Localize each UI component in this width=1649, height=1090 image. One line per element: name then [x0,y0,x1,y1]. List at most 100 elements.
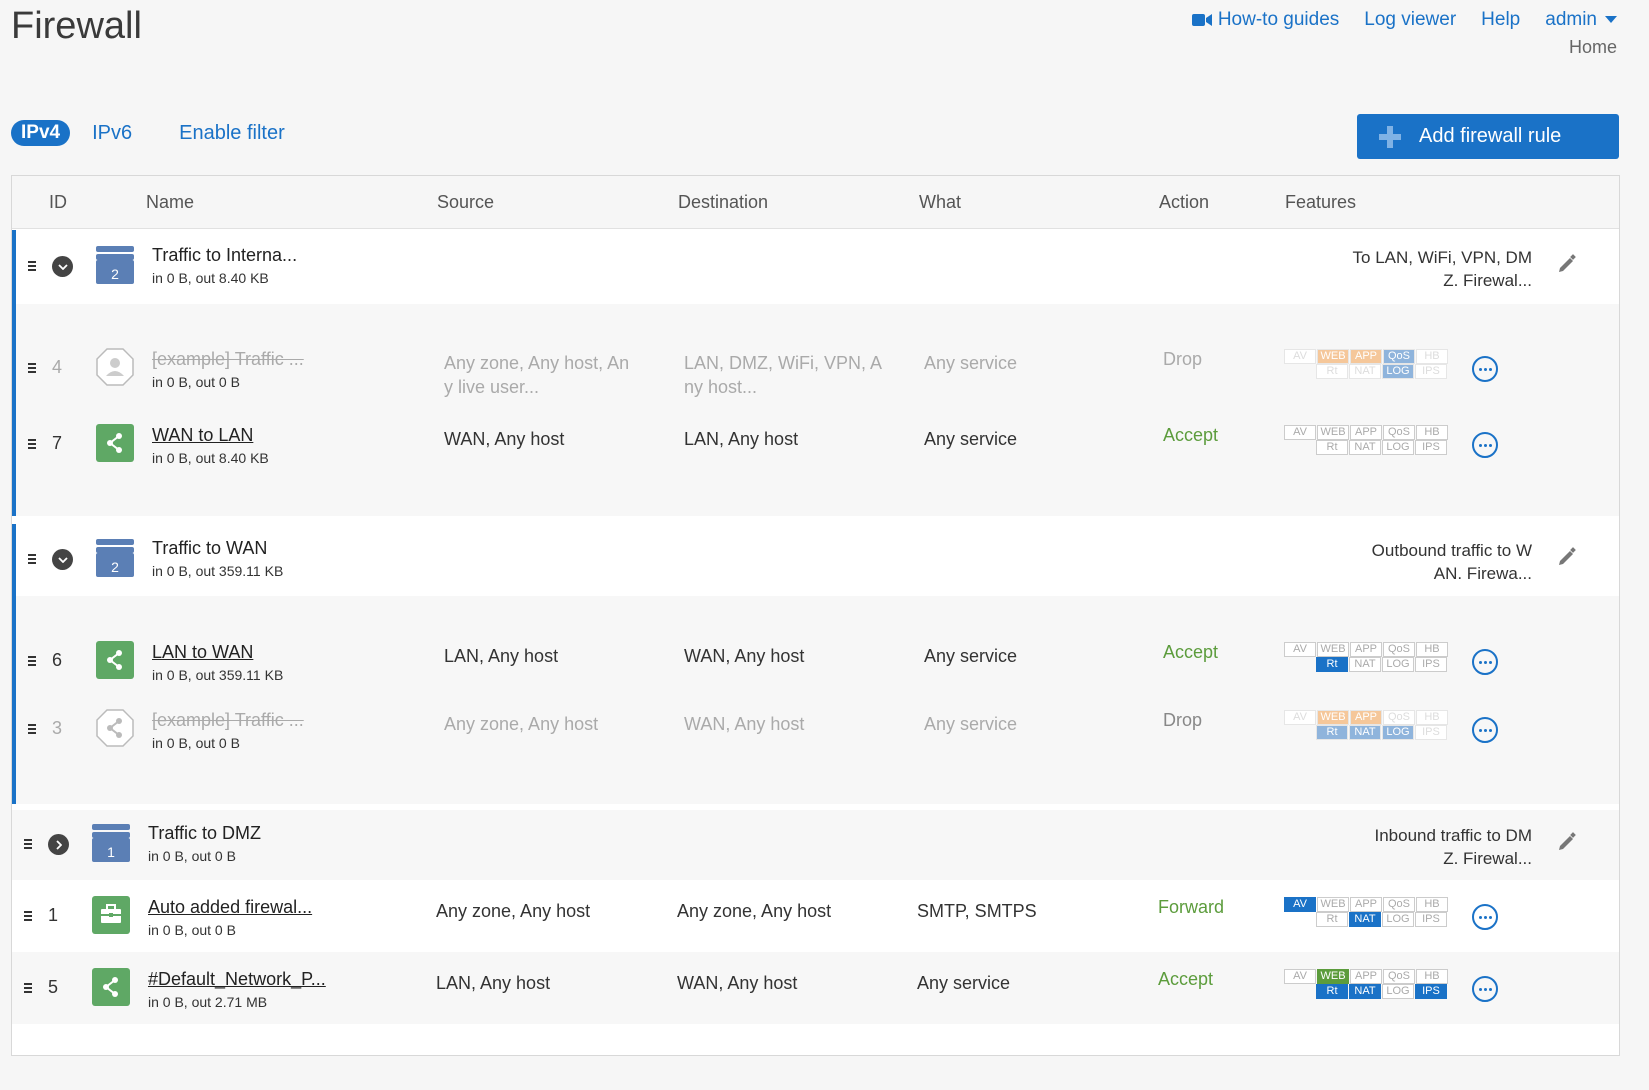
col-what[interactable]: What [919,192,961,213]
rule-stats: in 0 B, out 0 B [152,374,240,390]
rule-name[interactable]: LAN to WAN [152,642,253,663]
share-rule-icon [96,424,134,462]
drag-handle-icon[interactable] [28,554,36,566]
drag-handle-icon[interactable] [24,911,32,923]
feature-nat: NAT [1349,364,1381,379]
pencil-icon[interactable] [1557,547,1577,567]
video-camera-icon [1191,13,1212,26]
drag-handle-icon[interactable] [28,363,36,375]
group-name[interactable]: Traffic to DMZ [148,823,261,844]
feature-log: LOG [1382,912,1414,927]
breadcrumb[interactable]: Home [1569,37,1617,58]
rule-stats: in 0 B, out 359.11 KB [152,667,284,683]
feature-web: WEB [1317,897,1349,912]
collapse-chevron-icon[interactable] [52,549,73,570]
group-name[interactable]: Traffic to Interna... [152,245,297,266]
feature-app: APP [1350,710,1382,725]
drag-handle-icon[interactable] [24,839,32,851]
feature-app: APP [1350,642,1382,657]
how-to-guides-label: How-to guides [1217,9,1340,30]
rule-name[interactable]: #Default_Network_P... [148,969,326,990]
feature-hb: HB [1416,642,1448,657]
rule-source: Any zone, Any host, An y live user... [444,351,629,399]
rule-name[interactable]: [example] Traffic ... [152,349,304,370]
col-action[interactable]: Action [1159,192,1209,213]
feature-qos: QoS [1383,642,1415,657]
feature-av: AV [1284,969,1316,984]
feature-app: APP [1350,425,1382,440]
rule-dest-line2: ny host... [684,377,758,397]
feature-rt: Rt [1316,725,1348,740]
drag-handle-icon[interactable] [28,261,36,273]
share-rule-icon [96,641,134,679]
group-desc-line2: Z. Firewal... [1443,271,1532,290]
more-options-icon[interactable] [1472,904,1498,930]
more-options-icon[interactable] [1472,717,1498,743]
rule-group[interactable]: 2 Traffic to Interna... in 0 B, out 8.40… [12,230,1619,304]
group-name[interactable]: Traffic to WAN [152,538,267,559]
add-firewall-rule-button[interactable]: Add firewall rule [1357,114,1619,159]
feature-qos: QoS [1383,897,1415,912]
user-menu[interactable]: admin [1545,9,1617,31]
rule-source: LAN, Any host [436,973,551,993]
rule-source: Any zone, Any host [436,901,591,921]
feature-ips: IPS [1415,984,1447,999]
tab-ipv6[interactable]: IPv6 [92,122,132,145]
rule-features: AV WEB APP QoS HB Rt NAT LOG IPS [1284,969,1449,999]
feature-rt: Rt [1316,912,1348,927]
group-count: 1 [107,844,115,860]
more-options-icon[interactable] [1472,356,1498,382]
rule-name[interactable]: [example] Traffic ... [152,710,304,731]
feature-hb: HB [1416,710,1448,725]
rule-group[interactable]: 2 Traffic to WAN in 0 B, out 359.11 KB O… [12,524,1619,596]
drag-handle-icon[interactable] [28,439,36,451]
rule-stats: in 0 B, out 2.71 MB [148,994,268,1010]
feature-app: APP [1350,897,1382,912]
col-name[interactable]: Name [146,192,194,213]
col-source[interactable]: Source [437,192,494,213]
col-destination[interactable]: Destination [678,192,768,213]
feature-web: WEB [1317,425,1349,440]
collapse-chevron-icon[interactable] [52,256,73,277]
group-stats: in 0 B, out 0 B [148,848,236,864]
drag-handle-icon[interactable] [28,656,36,668]
feature-nat: NAT [1349,912,1381,927]
group-stats: in 0 B, out 359.11 KB [152,563,284,579]
feature-web: WEB [1317,710,1349,725]
expand-chevron-icon[interactable] [48,834,69,855]
pencil-icon[interactable] [1557,832,1577,852]
rule-destination: LAN, Any host [684,429,799,449]
feature-hb: HB [1416,349,1448,364]
tab-ipv4[interactable]: IPv4 [11,120,71,146]
feature-qos: QoS [1383,349,1415,364]
rule-action: Accept [1163,425,1219,445]
how-to-guides-link[interactable]: How-to guides [1191,9,1340,31]
table-row[interactable]: 5 #Default_Network_P... in 0 B, out 2.71… [12,952,1619,1024]
col-features[interactable]: Features [1285,192,1356,213]
drag-handle-icon[interactable] [24,983,32,995]
rule-features: AV WEB APP QoS HB Rt NAT LOG IPS [1284,349,1449,379]
share-rule-icon [96,709,134,747]
rule-name[interactable]: WAN to LAN [152,425,253,446]
enable-filter-link[interactable]: Enable filter [179,122,285,145]
drag-handle-icon[interactable] [28,724,36,736]
rule-id: 1 [48,905,59,925]
rule-destination: WAN, Any host [684,714,805,734]
more-options-icon[interactable] [1472,649,1498,675]
rule-group[interactable]: 1 Traffic to DMZ in 0 B, out 0 B Inbound… [12,810,1619,880]
rule-name[interactable]: Auto added firewal... [148,897,312,918]
feature-app: APP [1350,349,1382,364]
more-options-icon[interactable] [1472,432,1498,458]
more-options-icon[interactable] [1472,976,1498,1002]
rule-group-icon: 2 [96,539,134,577]
feature-log: LOG [1382,364,1414,379]
rule-source: WAN, Any host [444,429,565,449]
feature-ips: IPS [1415,657,1447,672]
feature-log: LOG [1382,725,1414,740]
pencil-icon[interactable] [1557,254,1577,274]
help-link[interactable]: Help [1481,9,1520,31]
table-row[interactable]: 1 Auto added firewal... in 0 B, out 0 B … [12,880,1619,952]
feature-rt: Rt [1316,984,1348,999]
col-id[interactable]: ID [49,192,67,213]
log-viewer-link[interactable]: Log viewer [1364,9,1456,31]
